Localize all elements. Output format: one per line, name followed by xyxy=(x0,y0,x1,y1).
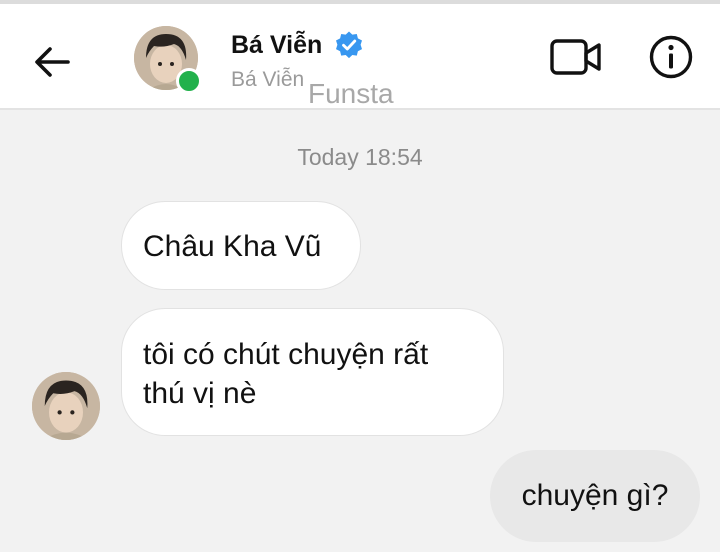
app-watermark: Funsta xyxy=(308,78,394,109)
arrow-left-icon xyxy=(35,47,70,77)
outgoing-message-bubble[interactable]: chuyện gì? xyxy=(490,450,700,542)
contact-avatar[interactable] xyxy=(134,26,202,94)
contact-name-row[interactable]: Bá Viễn xyxy=(231,28,364,62)
message-text-line: tôi có chút chuyện rất xyxy=(143,338,429,371)
incoming-message-bubble[interactable]: tôi có chút chuyện rất thú vị nè xyxy=(121,308,504,436)
chat-header: Bá Viễn Bá Viễn Funsta xyxy=(0,4,720,110)
message-text-line: thú vị nè xyxy=(143,377,257,410)
back-button[interactable] xyxy=(30,40,74,84)
contact-name: Bá Viễn xyxy=(231,30,323,59)
online-status-dot xyxy=(176,68,202,94)
message-timestamp: Today 18:54 xyxy=(297,144,423,170)
info-icon xyxy=(649,35,693,79)
video-call-button[interactable] xyxy=(549,36,603,78)
contact-username: Bá Viễn xyxy=(231,68,305,91)
sender-avatar[interactable] xyxy=(32,372,100,440)
info-button[interactable] xyxy=(648,34,694,80)
verified-badge-icon xyxy=(336,31,363,59)
video-camera-icon xyxy=(550,39,601,75)
incoming-message-bubble[interactable]: Châu Kha Vũ xyxy=(121,201,361,290)
message-text: chuyện gì? xyxy=(521,479,669,512)
message-text: Châu Kha Vũ xyxy=(143,230,322,263)
